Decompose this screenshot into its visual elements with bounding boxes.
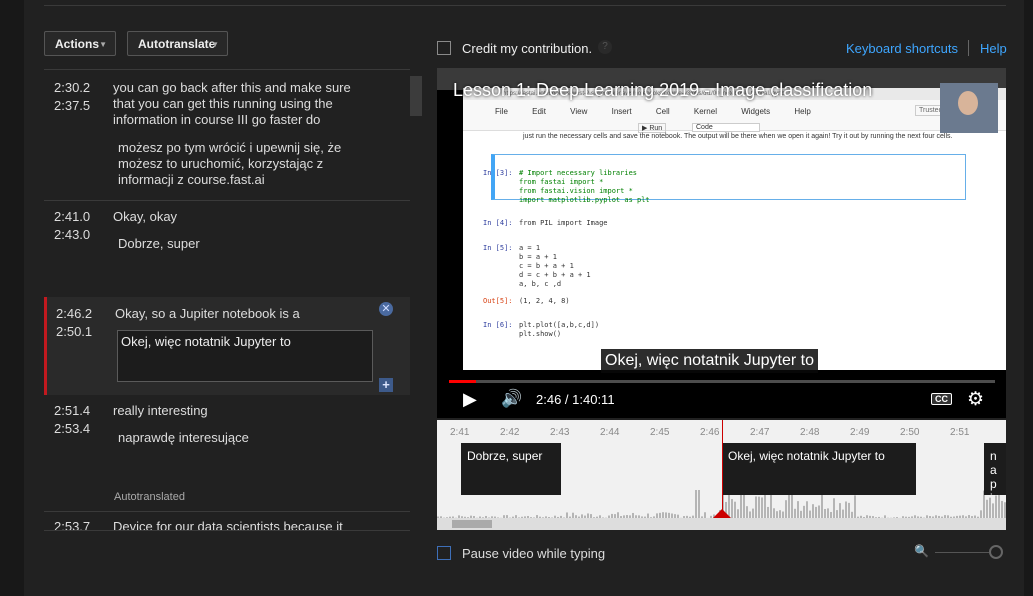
- end-time[interactable]: 2:53.4: [54, 420, 90, 438]
- translation-text[interactable]: naprawdę interesujące: [118, 430, 249, 446]
- timeline-cue[interactable]: nap inte: [984, 443, 1006, 495]
- cell-prompt: In [6]:: [483, 321, 513, 329]
- notebook-menu: File Edit View Insert Cell Kernel Widget…: [495, 107, 811, 116]
- end-time[interactable]: 2:50.1: [56, 323, 92, 341]
- timeline-tick: 2:47: [750, 427, 770, 438]
- end-time[interactable]: 2:43.0: [54, 226, 90, 244]
- cell-prompt: In [4]:: [483, 219, 513, 227]
- translation-text[interactable]: Dobrze, super: [118, 236, 200, 252]
- keyboard-shortcuts-link[interactable]: Keyboard shortcuts: [846, 41, 958, 56]
- autotranslated-label: Autotranslated: [114, 491, 185, 503]
- close-icon[interactable]: ✕: [379, 302, 393, 316]
- timeline-scrollbar-thumb[interactable]: [452, 520, 492, 528]
- translation-text[interactable]: możesz po tym wrócić i upewnij się, że m…: [118, 140, 363, 188]
- progress-fill: [449, 380, 477, 383]
- help-circle-icon[interactable]: ?: [598, 40, 612, 54]
- cell-code: # Import necessary libraries from fastai…: [519, 169, 650, 204]
- source-text: Okay, so a Jupiter notebook is a: [115, 306, 300, 321]
- presenter-face: [958, 91, 978, 115]
- video-title: Lesson 1: Deep Learning 2019 - Image cla…: [453, 80, 873, 100]
- start-time[interactable]: 2:41.0: [54, 208, 90, 226]
- source-text: Okay, okay: [113, 209, 178, 224]
- timeline-tick: 2:51: [950, 427, 970, 438]
- settings-gear-icon[interactable]: ⚙: [967, 388, 984, 411]
- add-caption-button[interactable]: +: [379, 378, 393, 392]
- start-time[interactable]: 2:46.2: [56, 305, 92, 323]
- chevron-down-icon: ▼: [99, 40, 107, 49]
- start-time[interactable]: 2:53.7: [54, 518, 90, 530]
- time-display: 2:46 / 1:40:11: [536, 392, 615, 407]
- credit-checkbox[interactable]: [437, 41, 451, 55]
- actions-dropdown[interactable]: Actions ▼: [44, 31, 116, 56]
- source-text: really interesting: [113, 403, 208, 418]
- cell-code: a = 1 b = a + 1 c = b + a + 1 d = c + b …: [519, 244, 591, 288]
- video-caption-overlay: Okej, więc notatnik Jupyter to: [601, 349, 818, 373]
- cell-prompt: Out[5]:: [483, 297, 513, 305]
- zoom-slider-thumb[interactable]: [989, 545, 1003, 559]
- cell-prompt: In [3]:: [483, 169, 513, 177]
- zoom-slider-track[interactable]: [935, 552, 989, 553]
- start-time[interactable]: 2:51.4: [54, 402, 90, 420]
- volume-icon[interactable]: 🔊: [501, 389, 522, 409]
- autotranslate-label: Autotranslate: [138, 37, 216, 51]
- zoom-icon: 🔍: [914, 544, 929, 558]
- list-divider: [44, 69, 410, 70]
- timeline-tick: 2:48: [800, 427, 820, 438]
- timeline-tick: 2:45: [650, 427, 670, 438]
- cell-prompt: In [5]:: [483, 244, 513, 252]
- cc-button[interactable]: CC: [931, 393, 952, 405]
- list-bottom-divider: [44, 530, 410, 531]
- pause-video-label: Pause video while typing: [462, 546, 606, 561]
- caption-row-clipped[interactable]: 2:53.7 Device for our data scientists be…: [44, 512, 410, 530]
- timeline-tick: 2:41: [450, 427, 470, 438]
- end-time[interactable]: 2:37.5: [54, 97, 90, 115]
- credit-label: Credit my contribution.: [462, 41, 593, 56]
- pause-video-checkbox[interactable]: [437, 546, 451, 560]
- timeline-tick: 2:43: [550, 427, 570, 438]
- link-divider: [968, 40, 969, 56]
- list-scrollbar[interactable]: [410, 76, 422, 116]
- timeline-cue-active[interactable]: Okej, więc notatnik Jupyter to: [722, 443, 916, 495]
- autotranslate-dropdown[interactable]: Autotranslate ▼: [127, 31, 228, 56]
- timeline-tick: 2:44: [600, 427, 620, 438]
- source-text: Device for our data scientists because i…: [113, 519, 343, 530]
- cell-code: from PIL import Image: [519, 219, 608, 227]
- timeline-tick: 2:46: [700, 427, 720, 438]
- notebook-toolbar: File Edit View Insert Cell Kernel Widget…: [463, 100, 1006, 133]
- timeline-tick: 2:49: [850, 427, 870, 438]
- video-progress-bar[interactable]: [449, 380, 995, 383]
- source-text: you can go back after this and make sure…: [113, 80, 351, 127]
- video-controls: [437, 386, 1006, 418]
- chevron-down-icon: ▼: [211, 40, 219, 49]
- row-divider: [44, 200, 410, 201]
- timeline-tick: 2:42: [500, 427, 520, 438]
- start-time[interactable]: 2:30.2: [54, 79, 90, 97]
- timeline-cue[interactable]: Dobrze, super: [461, 443, 561, 495]
- top-divider: [44, 5, 1006, 6]
- translation-edit-field[interactable]: Okej, więc notatnik Jupyter to: [117, 330, 373, 382]
- intro-text: just run the necessary cells and save th…: [523, 133, 953, 140]
- help-link[interactable]: Help: [980, 41, 1007, 56]
- play-icon[interactable]: ▶: [463, 389, 477, 410]
- cell-code: plt.plot([a,b,c,d]) plt.show(): [519, 321, 600, 338]
- presenter-webcam: [940, 83, 998, 133]
- cell-output: (1, 2, 4, 8): [519, 297, 570, 305]
- timeline-playhead[interactable]: [722, 420, 723, 517]
- actions-label: Actions: [55, 37, 100, 51]
- playhead-marker[interactable]: [713, 509, 731, 518]
- timeline-tick: 2:50: [900, 427, 920, 438]
- timeline-scrollbar-track[interactable]: [437, 518, 1006, 530]
- notebook-screen: https://fastai.notebook.us-west-2.sagema…: [463, 88, 1006, 370]
- cell-type-select: Code: [692, 123, 760, 132]
